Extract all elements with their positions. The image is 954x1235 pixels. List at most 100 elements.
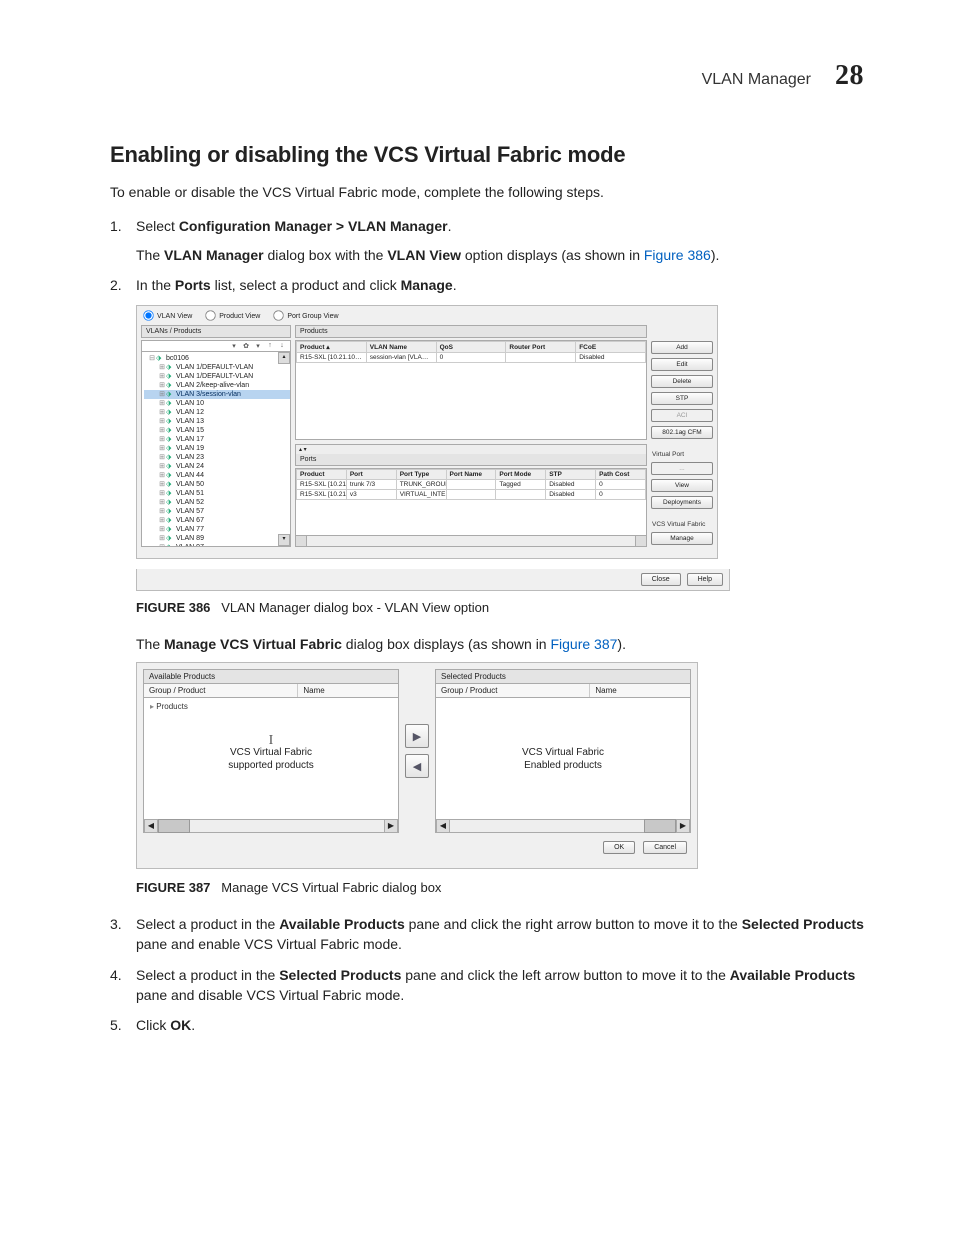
tree-down-icon[interactable]: ↓ — [277, 342, 287, 350]
available-hscrollbar[interactable]: ◀ ▶ — [143, 820, 399, 833]
products-cell[interactable]: session-vlan [VLA… — [366, 353, 436, 363]
virtual-port-button[interactable]: ... — [651, 462, 713, 475]
tree-filter-icon[interactable]: ▾ — [229, 342, 239, 350]
move-left-button[interactable]: ◀ — [405, 754, 429, 778]
scroll-thumb[interactable] — [644, 819, 676, 833]
products-cell[interactable]: Disabled — [576, 353, 646, 363]
ports-cell: Disabled — [546, 490, 596, 500]
tree-node[interactable]: ⊞⬗ VLAN 10 — [144, 399, 290, 408]
tree-up-icon[interactable]: ↑ — [265, 342, 275, 350]
tree-node[interactable]: ⊞⬗ VLAN 13 — [144, 417, 290, 426]
products-cell[interactable] — [506, 353, 576, 363]
product-view-radio[interactable]: Product View — [204, 313, 260, 320]
tree-node[interactable]: ⊞⬗ VLAN 51 — [144, 489, 290, 498]
tree-node[interactable]: ⊞⬗ VLAN 50 — [144, 480, 290, 489]
products-cell[interactable]: 0 — [436, 353, 506, 363]
ports-column-header[interactable]: Port Mode — [496, 470, 546, 480]
cancel-button[interactable]: Cancel — [643, 841, 687, 854]
products-column-header[interactable]: FCoE — [576, 342, 646, 353]
ports-row[interactable]: R15-SXL [10.21.104.115v3VIRTUAL_INTERFAC… — [297, 490, 646, 500]
vlan-view-radio[interactable]: VLAN View — [142, 313, 192, 320]
products-cell[interactable]: R15-SXL [10.21.10… — [297, 353, 367, 363]
available-col-name: Name — [298, 684, 398, 697]
cfm-button[interactable]: 802.1ag CFM — [651, 426, 713, 439]
stp-button[interactable]: STP — [651, 392, 713, 405]
figure-386-link[interactable]: Figure 386 — [644, 247, 711, 263]
tree-scroll-down-icon[interactable]: ▾ — [278, 534, 290, 546]
ports-column-header[interactable]: Port Type — [396, 470, 446, 480]
scroll-left-icon[interactable]: ◀ — [436, 820, 450, 832]
delete-button[interactable]: Delete — [651, 375, 713, 388]
tree-node[interactable]: ⊞⬗ VLAN 97 — [144, 543, 290, 547]
tree-node[interactable]: ⊞⬗ VLAN 12 — [144, 408, 290, 417]
ports-collapse-icon[interactable]: ▴ ▾ — [299, 446, 307, 453]
products-column-header[interactable]: QoS — [436, 342, 506, 353]
products-table[interactable]: Product ▴VLAN NameQoSRouter PortFCoE R15… — [296, 341, 646, 363]
scroll-right-icon[interactable]: ▶ — [676, 820, 690, 832]
products-column-header[interactable]: VLAN Name — [366, 342, 436, 353]
ports-column-header[interactable]: Port Name — [446, 470, 496, 480]
ports-column-header[interactable]: Product — [297, 470, 347, 480]
virtual-port-label: Virtual Port — [651, 451, 713, 458]
selected-products-list[interactable]: VCS Virtual FabricEnabled products — [435, 698, 691, 820]
move-right-button[interactable]: ▶ — [405, 724, 429, 748]
scroll-left-icon[interactable]: ◀ — [144, 820, 158, 832]
ports-row[interactable]: R15-SXL [10.21.104.115trunk 7/3TRUNK_GRO… — [297, 480, 646, 490]
tree-node[interactable]: ⊞⬗ VLAN 57 — [144, 507, 290, 516]
ports-column-header[interactable]: STP — [546, 470, 596, 480]
tree-node[interactable]: ⊞⬗ VLAN 1/DEFAULT-VLAN — [144, 372, 290, 381]
tree-dropdown-icon[interactable]: ▾ — [253, 342, 263, 350]
tree-node[interactable]: ⊞⬗ VLAN 23 — [144, 453, 290, 462]
tree-node[interactable]: ⊞⬗ VLAN 52 — [144, 498, 290, 507]
tree-scroll-up-icon[interactable]: ▴ — [278, 352, 290, 364]
add-button[interactable]: Add — [651, 341, 713, 354]
tree-node[interactable]: ⊟⬗ bc0106 — [144, 354, 290, 363]
ports-column-header[interactable]: Port — [346, 470, 396, 480]
ports-column-header[interactable]: Path Cost — [596, 470, 646, 480]
tree-node[interactable]: ⊞⬗ VLAN 3/session-vlan — [144, 390, 290, 399]
available-root-node[interactable]: Products — [150, 702, 392, 711]
products-column-header[interactable]: Router Port — [506, 342, 576, 353]
view-button[interactable]: View — [651, 479, 713, 492]
tree-node[interactable]: ⊞⬗ VLAN 17 — [144, 435, 290, 444]
manage-button[interactable]: Manage — [651, 532, 713, 545]
selected-placeholder: VCS Virtual FabricEnabled products — [522, 746, 604, 772]
help-button[interactable]: Help — [687, 573, 723, 586]
products-panel-title: Products — [295, 325, 647, 338]
selected-hscrollbar[interactable]: ◀ ▶ — [435, 820, 691, 833]
tree-node[interactable]: ⊞⬗ VLAN 89 — [144, 534, 290, 543]
tree-node[interactable]: ⊞⬗ VLAN 1/DEFAULT-VLAN — [144, 363, 290, 372]
vlan-tree[interactable]: ▴ ▾ ⊟⬗ bc0106⊞⬗ VLAN 1/DEFAULT-VLAN⊞⬗ VL… — [141, 352, 291, 547]
available-placeholder: VCS Virtual Fabricsupported products — [228, 746, 314, 772]
ports-cell: Disabled — [546, 480, 596, 490]
selected-col-group: Group / Product — [436, 684, 590, 697]
scroll-thumb[interactable] — [158, 819, 190, 833]
aci-button[interactable]: ACI — [651, 409, 713, 422]
ports-table[interactable]: ProductPortPort TypePort NamePort ModeST… — [296, 469, 646, 500]
tree-node[interactable]: ⊞⬗ VLAN 77 — [144, 525, 290, 534]
tree-node[interactable]: ⊞⬗ VLAN 15 — [144, 426, 290, 435]
tree-node[interactable]: ⊞⬗ VLAN 24 — [144, 462, 290, 471]
tree-settings-icon[interactable]: ✿ — [241, 342, 251, 350]
tree-node[interactable]: ⊞⬗ VLAN 67 — [144, 516, 290, 525]
tree-node[interactable]: ⊞⬗ VLAN 44 — [144, 471, 290, 480]
tree-toolbar[interactable]: ▾ ✿ ▾ ↑ ↓ — [141, 340, 291, 352]
ports-cell: v3 — [346, 490, 396, 500]
figure-387-link[interactable]: Figure 387 — [550, 636, 617, 652]
manage-vcs-screenshot: Available Products Group / Product Name … — [136, 662, 698, 869]
edit-button[interactable]: Edit — [651, 358, 713, 371]
tree-node[interactable]: ⊞⬗ VLAN 19 — [144, 444, 290, 453]
ports-cell — [496, 490, 546, 500]
step-3-text: Select a product in the Available Produc… — [136, 916, 864, 952]
figure-386-caption: FIGURE 386 VLAN Manager dialog box - VLA… — [136, 599, 864, 618]
ok-button[interactable]: OK — [603, 841, 635, 854]
products-column-header[interactable]: Product ▴ — [297, 342, 367, 353]
deployments-button[interactable]: Deployments — [651, 496, 713, 509]
close-button[interactable]: Close — [641, 573, 681, 586]
port-group-view-radio[interactable]: Port Group View — [272, 313, 338, 320]
manage-dialog-intro: The Manage VCS Virtual Fabric dialog box… — [136, 634, 864, 654]
scroll-right-icon[interactable]: ▶ — [384, 820, 398, 832]
ports-hscrollbar[interactable] — [295, 536, 647, 547]
available-products-list[interactable]: Products I VCS Virtual Fabricsupported p… — [143, 698, 399, 820]
tree-node[interactable]: ⊞⬗ VLAN 2/keep-alive-vlan — [144, 381, 290, 390]
